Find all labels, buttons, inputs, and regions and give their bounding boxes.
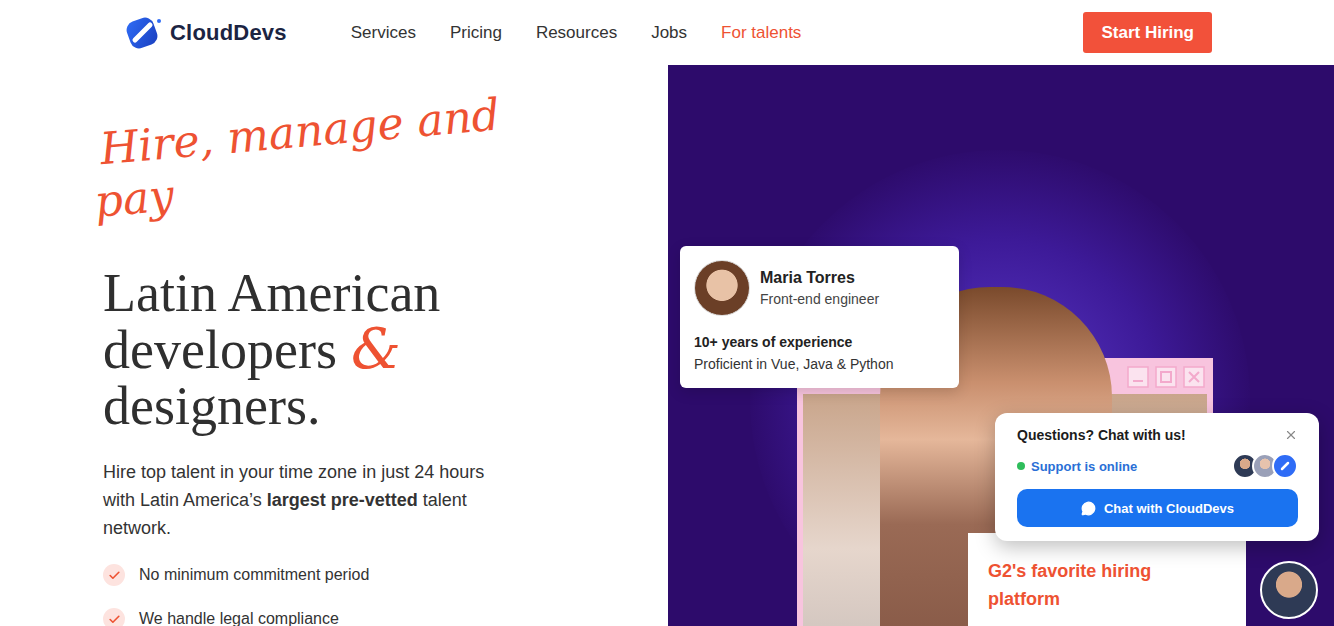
logo[interactable]: CloudDevs [122,16,287,50]
support-avatars [1238,453,1298,479]
profile-skills: Proficient in Vue, Java & Python [694,356,945,372]
headline-line: designers. [103,378,668,434]
hero-visual: Maria Torres Front-end engineer 10+ years … [668,65,1334,626]
subtitle: Hire top talent in your time zone in jus… [103,458,513,542]
online-dot [1017,462,1025,470]
chat-status: Support is online [1017,459,1137,474]
profile-name: Maria Torres [760,269,879,287]
hero-text: Hire, manage andpay Latin Americandevelop… [0,65,668,626]
hero: Hire, manage andpay Latin Americandevelop… [0,65,1334,626]
chat-header: Questions? Chat with us! [1017,427,1298,443]
close-window-icon[interactable] [1183,366,1205,388]
nav-item[interactable]: Resources [536,23,617,43]
chat-bubble-icon [1081,501,1096,516]
chat-status-row: Support is online [1017,453,1298,479]
nav-item[interactable]: Services [351,23,416,43]
check-badge [103,564,125,586]
nav-item[interactable]: Pricing [450,23,502,43]
profile-header: Maria Torres Front-end engineer [694,260,945,316]
page: CloudDevs Services Pricing Resources Jobs For… [0,0,1334,626]
chat-title: Questions? Chat with us! [1017,427,1186,443]
logo-icon [122,16,166,50]
nav-item[interactable]: Jobs [651,23,687,43]
checklist-text: No minimum commitment period [139,566,369,584]
script-line: Hire, manage and [98,75,661,176]
checklist-item: No minimum commitment period [103,564,668,586]
minimize-icon[interactable] [1127,366,1149,388]
check-badge [103,608,125,626]
chat-widget: Questions? Chat with us! Support is onlin… [995,413,1319,541]
nav: Services Pricing Resources Jobs For talents [351,23,1084,43]
profile-card: Maria Torres Front-end engineer 10+ years … [680,246,959,388]
checklist-text: We handle legal compliance [139,610,339,626]
headline-segment: developers [103,322,337,378]
nav-item[interactable]: For talents [721,23,801,43]
profile-experience: 10+ years of experience [694,334,945,350]
profile-avatar [694,260,750,316]
g2-card: G2's favorite hiring platform [968,533,1246,626]
headline-line: Latin American [103,265,668,321]
headline: Latin Americandevelopers&designers. [103,265,668,434]
headline-segment: designers. [103,378,320,434]
chat-status-text: Support is online [1031,459,1137,474]
header: CloudDevs Services Pricing Resources Jobs For… [0,0,1334,65]
start-hiring-button[interactable]: Start Hiring [1083,12,1212,53]
chat-close-button[interactable] [1284,428,1298,442]
support-avatar [1272,453,1298,479]
script-heading: Hire, manage andpay [98,75,666,227]
headline-segment: Latin American [103,265,440,321]
chat-button-label[interactable]: Chat with CloudDevs [1104,501,1234,516]
maximize-icon[interactable] [1155,366,1177,388]
headline-segment: & [351,321,401,377]
subtitle-segment: largest pre-vetted [267,490,418,510]
checklist: No minimum commitment period We handle le… [103,564,668,626]
chat-button[interactable]: Chat with CloudDevs [1017,489,1298,527]
check-icon [108,569,121,582]
logo-mark-icon [1279,460,1291,472]
logo-text[interactable]: CloudDevs [170,20,287,46]
close-icon[interactable] [1284,428,1298,442]
chat-launcher-avatar[interactable] [1260,561,1318,619]
profile-role: Front-end engineer [760,291,879,307]
check-icon [108,613,121,626]
headline-line: developers& [103,321,668,378]
checklist-item: We handle legal compliance [103,608,668,626]
